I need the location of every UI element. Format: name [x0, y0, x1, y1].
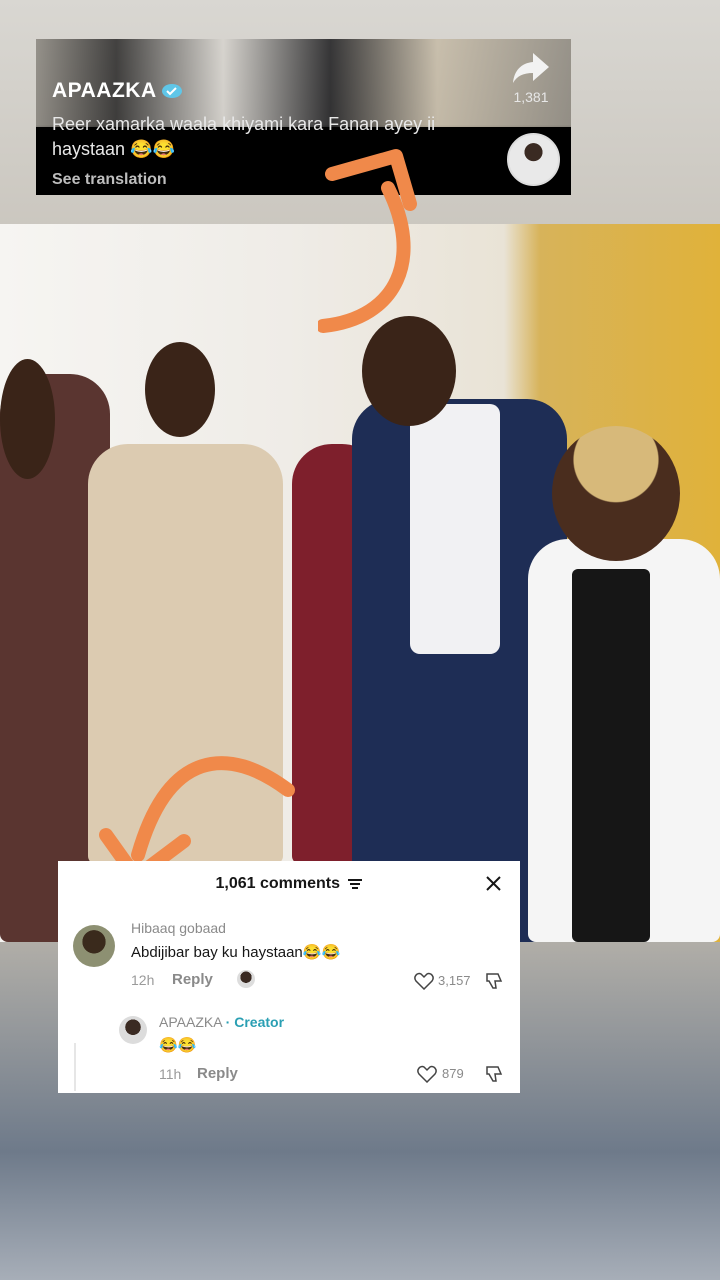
- reply-button[interactable]: Reply: [172, 971, 213, 988]
- verified-icon: [161, 84, 182, 98]
- comment-author[interactable]: Hibaaq gobaad: [131, 920, 226, 936]
- creator-avatar[interactable]: [507, 133, 560, 186]
- reply-avatar[interactable]: [119, 1016, 147, 1044]
- reply-author-name[interactable]: APAAZKA: [159, 1014, 222, 1030]
- like-count: 3,157: [438, 973, 471, 988]
- reply-text: 😂😂: [159, 1037, 197, 1054]
- comment-text: Abdijibar bay ku haystaan😂😂: [131, 944, 341, 961]
- see-translation-link[interactable]: See translation: [52, 171, 167, 189]
- reply-thread-line: [74, 1043, 76, 1091]
- comments-panel: 1,061 comments Hibaaq gobaad Abdijibar b…: [58, 861, 520, 1093]
- share-icon: [513, 53, 549, 83]
- post-caption-card: APAAZKA Reer xamarka waala khiyami kara …: [36, 39, 571, 195]
- reply-time: 11h: [159, 1066, 182, 1082]
- person-left-head: [0, 359, 55, 479]
- reply-like-count: 879: [442, 1066, 464, 1081]
- close-icon[interactable]: [485, 875, 502, 892]
- comment-time: 12h: [131, 972, 155, 988]
- creator-liked-avatar: [237, 970, 255, 988]
- person-blond-head: [552, 426, 680, 561]
- creator-tag: · Creator: [225, 1014, 285, 1030]
- reply-reply-button[interactable]: Reply: [197, 1065, 238, 1082]
- dislike-icon[interactable]: [484, 972, 504, 990]
- person-white-shirt: [572, 569, 650, 942]
- post-username[interactable]: APAAZKA: [52, 79, 183, 103]
- heart-icon[interactable]: [414, 972, 434, 990]
- comment-avatar[interactable]: [73, 925, 115, 967]
- filter-icon[interactable]: [348, 878, 363, 889]
- share-count: 1,381: [513, 89, 549, 105]
- comments-count: 1,061 comments: [215, 875, 341, 892]
- person-navy-shirt: [410, 404, 500, 654]
- screen: APAAZKA Reer xamarka waala khiyami kara …: [0, 0, 720, 1280]
- arrow-up-icon: [318, 149, 417, 333]
- reply-author[interactable]: APAAZKA · Creator: [159, 1014, 284, 1030]
- comments-header: 1,061 comments: [58, 875, 520, 893]
- dislike-icon[interactable]: [484, 1065, 504, 1083]
- share-button[interactable]: 1,381: [504, 49, 558, 105]
- heart-icon[interactable]: [417, 1065, 437, 1083]
- person-beige-head: [145, 342, 215, 437]
- username-text[interactable]: APAAZKA: [52, 79, 157, 103]
